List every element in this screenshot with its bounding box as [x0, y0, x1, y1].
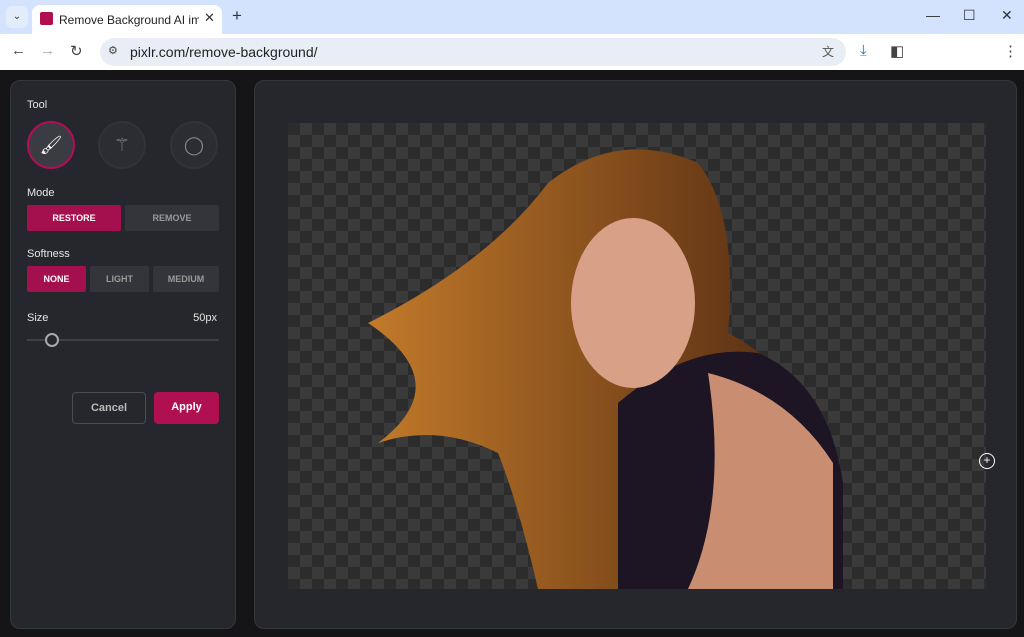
softness-light-button[interactable]: LIGHT: [90, 266, 149, 292]
brush-icon: 🖌: [39, 135, 63, 155]
url-field[interactable]: ⚙ pixlr.com/remove-background/ ⽂: [100, 38, 846, 66]
pixlr-favicon-icon: [40, 12, 53, 25]
size-label: Size: [27, 312, 49, 324]
new-tab-button[interactable]: +: [232, 6, 242, 26]
address-bar: ← → ↻ ⚙ pixlr.com/remove-background/ ⽂ ⤓…: [0, 34, 1024, 70]
magic-wand-icon: ⚚: [113, 135, 131, 155]
reload-icon[interactable]: ↻: [70, 42, 83, 60]
side-panel-icon[interactable]: ◧: [890, 42, 904, 60]
menu-icon[interactable]: ⋮: [1003, 42, 1018, 60]
site-info-icon[interactable]: ⚙: [108, 44, 118, 57]
canvas-area: +: [254, 80, 1017, 629]
lasso-icon: ◯: [183, 135, 205, 155]
image-canvas[interactable]: [288, 123, 986, 589]
minimize-icon[interactable]: —: [926, 7, 940, 23]
tab-title: Remove Background AI image: [59, 13, 199, 27]
back-icon[interactable]: ←: [11, 42, 26, 59]
browser-tab-bar: ⌄ Remove Background AI image ✕ + — ☐ ✕: [0, 0, 1024, 34]
tab-close-icon[interactable]: ✕: [204, 10, 215, 26]
mode-restore-button[interactable]: RESTORE: [27, 205, 121, 231]
tab-list-chevron-icon[interactable]: ⌄: [6, 6, 28, 28]
size-slider-handle[interactable]: [44, 333, 59, 347]
url-text: pixlr.com/remove-background/: [130, 44, 318, 60]
brush-tool-button[interactable]: 🖌: [27, 121, 75, 169]
download-icon[interactable]: ⤓: [860, 42, 867, 59]
mode-label: Mode: [27, 187, 55, 199]
zoom-plus-icon[interactable]: +: [979, 453, 995, 469]
magic-wand-tool-button[interactable]: ⚚: [98, 121, 146, 169]
forward-icon[interactable]: →: [40, 42, 55, 59]
mode-remove-button[interactable]: REMOVE: [125, 205, 219, 231]
apply-button[interactable]: Apply: [154, 392, 219, 424]
softness-label: Softness: [27, 248, 70, 260]
cancel-button[interactable]: Cancel: [72, 392, 146, 424]
subject-photo: [368, 149, 843, 589]
window-close-icon[interactable]: ✕: [1001, 7, 1013, 24]
tool-panel: Tool 🖌 ⚚ ◯ Mode RESTORE REMOVE Softness …: [10, 80, 236, 629]
size-value: 50px: [193, 312, 217, 324]
softness-medium-button[interactable]: MEDIUM: [153, 266, 219, 292]
lasso-tool-button[interactable]: ◯: [170, 121, 218, 169]
maximize-icon[interactable]: ☐: [963, 7, 976, 24]
tool-label: Tool: [27, 99, 48, 111]
softness-none-button[interactable]: NONE: [27, 266, 86, 292]
browser-tab[interactable]: Remove Background AI image ✕: [32, 5, 222, 34]
translate-icon[interactable]: ⽂: [822, 43, 834, 60]
